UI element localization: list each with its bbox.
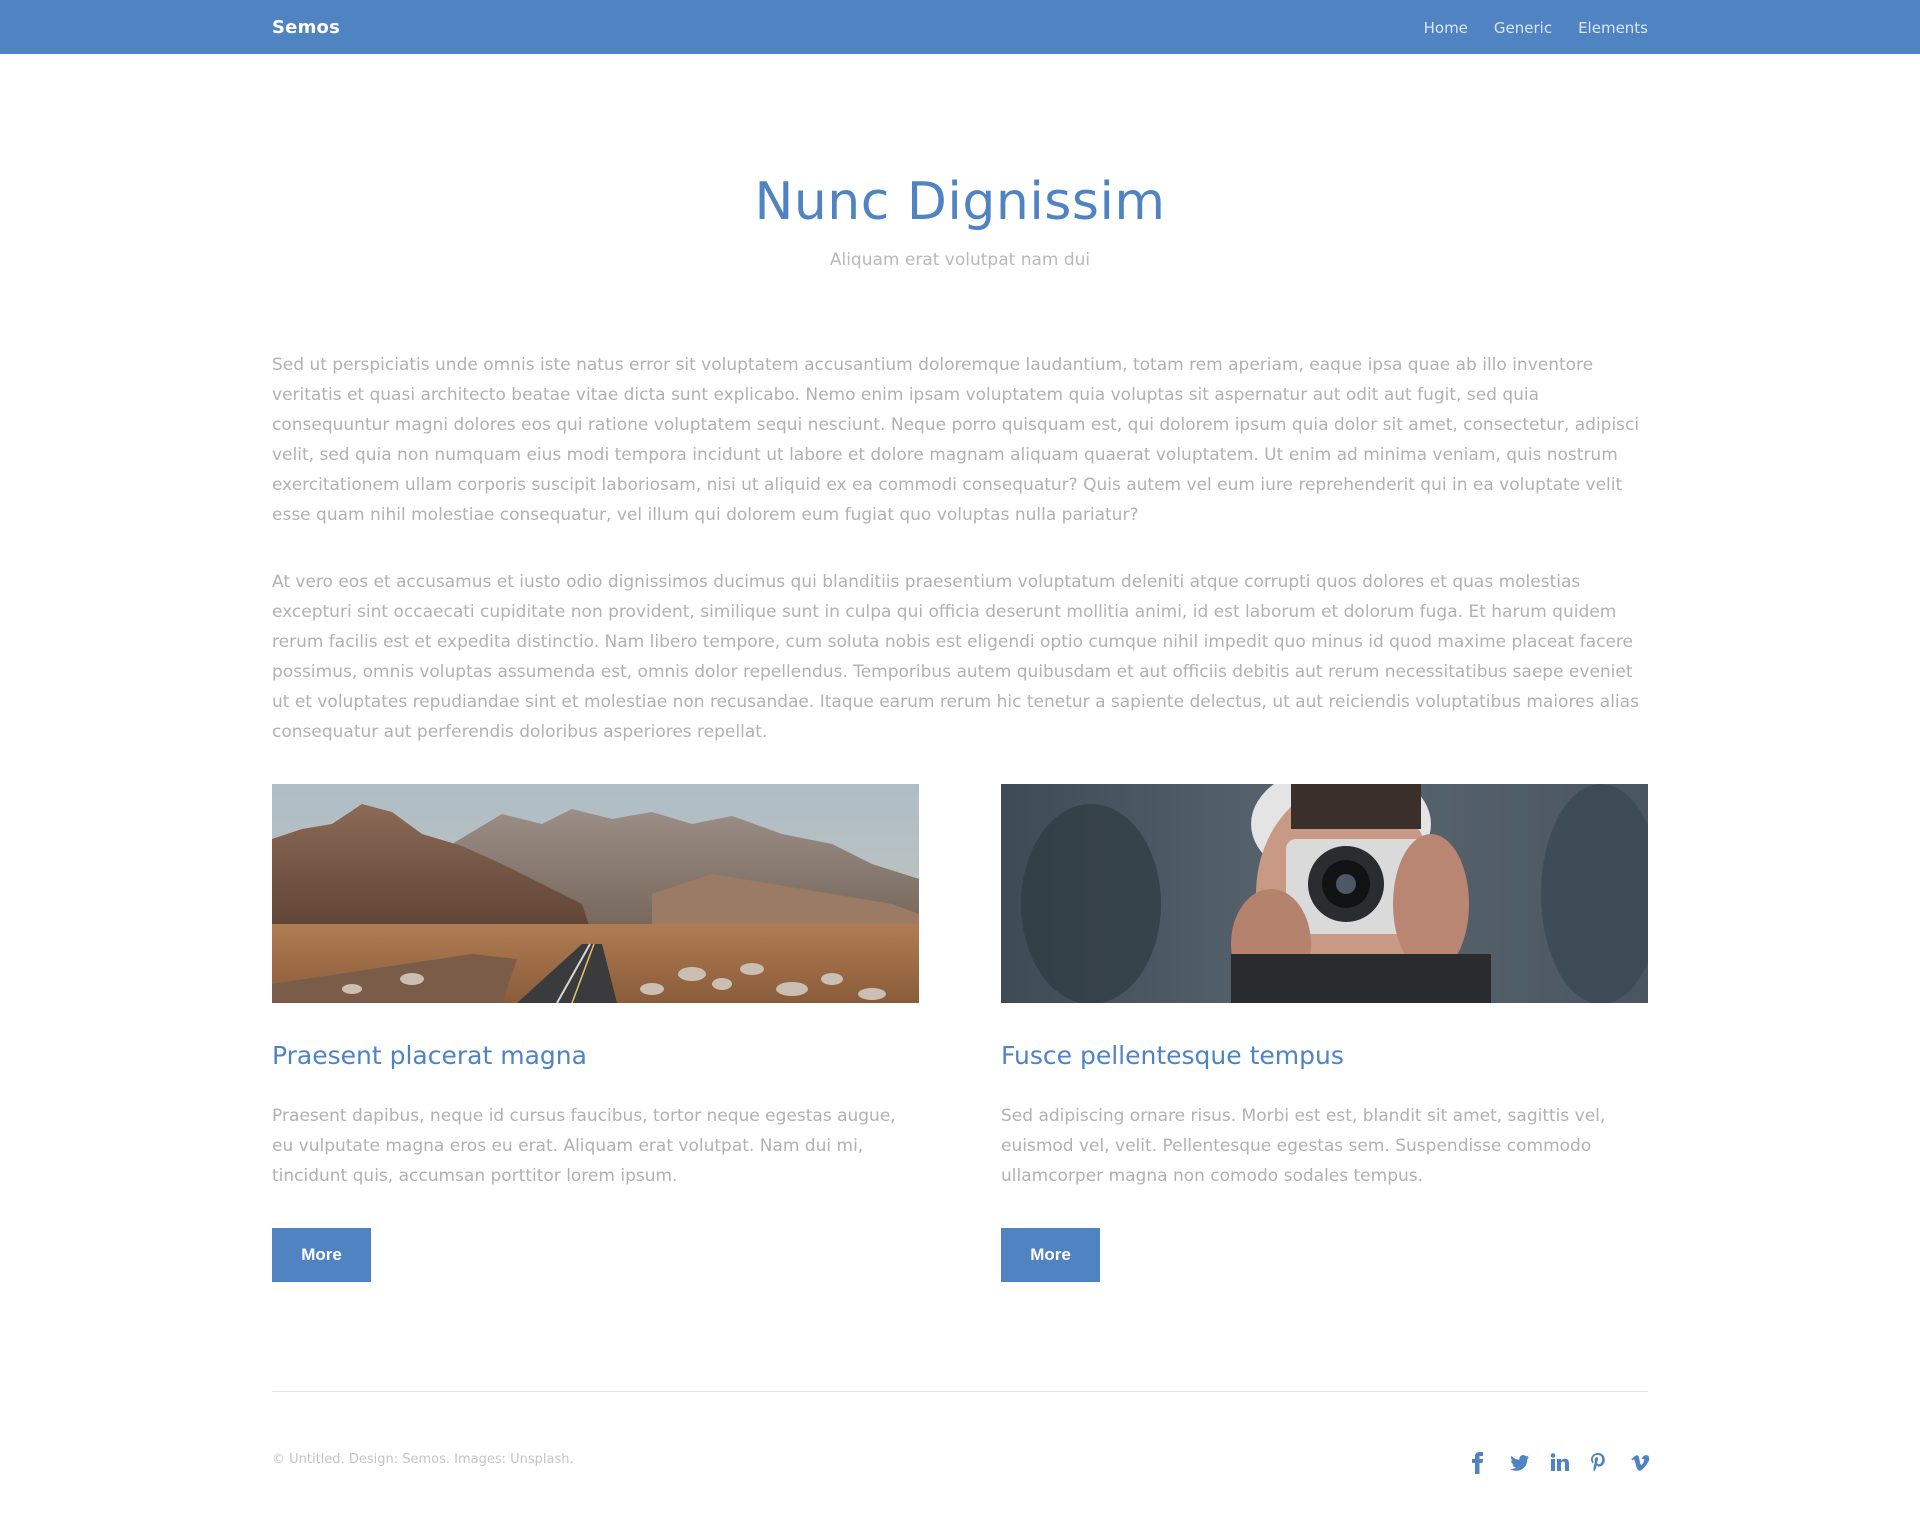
vimeo-icon[interactable] <box>1630 1452 1650 1474</box>
page-title: Nunc Dignissim <box>754 172 1166 232</box>
card-1-text: Praesent dapibus, neque id cursus faucib… <box>272 1106 896 1186</box>
feature-card-2: Fusce pellentesque tempus Sed adipiscing… <box>1001 784 1648 1282</box>
footer-divider <box>272 1391 1648 1392</box>
feature-card-1: Praesent placerat magna Praesent dapibus… <box>272 784 919 1282</box>
page-subtitle: Aliquam erat volutpat nam dui <box>829 250 1091 270</box>
nav-generic[interactable]: Generic <box>1494 19 1552 37</box>
top-navbar: Semos Home Generic Elements <box>0 0 1920 54</box>
linkedin-icon[interactable] <box>1550 1452 1569 1474</box>
pinterest-icon[interactable] <box>1590 1452 1608 1474</box>
road-mountain-image <box>272 784 919 1003</box>
card-1-title: Praesent placerat magna <box>272 1041 587 1070</box>
main-nav: Home Generic Elements <box>1424 19 1648 37</box>
card-2-title: Fusce pellentesque tempus <box>1001 1041 1344 1070</box>
facebook-icon[interactable] <box>1470 1452 1488 1474</box>
card-2-more-button[interactable]: More <box>1001 1228 1100 1282</box>
card-2-text: Sed adipiscing ornare risus. Morbi est e… <box>1001 1106 1606 1186</box>
brand-logo[interactable]: Semos <box>272 17 340 38</box>
nav-elements[interactable]: Elements <box>1578 19 1648 37</box>
nav-home[interactable]: Home <box>1424 19 1468 37</box>
twitter-icon[interactable] <box>1510 1452 1529 1474</box>
card-1-more-button[interactable]: More <box>272 1228 371 1282</box>
photographer-image <box>1001 784 1648 1003</box>
social-links <box>1470 1452 1650 1474</box>
body-paragraph-2: At vero eos et accusamus et iusto odio d… <box>272 572 1639 742</box>
footer-copyright: © Untitled. Design: Semos. Images: Unspl… <box>272 1452 574 1467</box>
body-paragraph-1: Sed ut perspiciatis unde omnis iste natu… <box>272 355 1640 525</box>
